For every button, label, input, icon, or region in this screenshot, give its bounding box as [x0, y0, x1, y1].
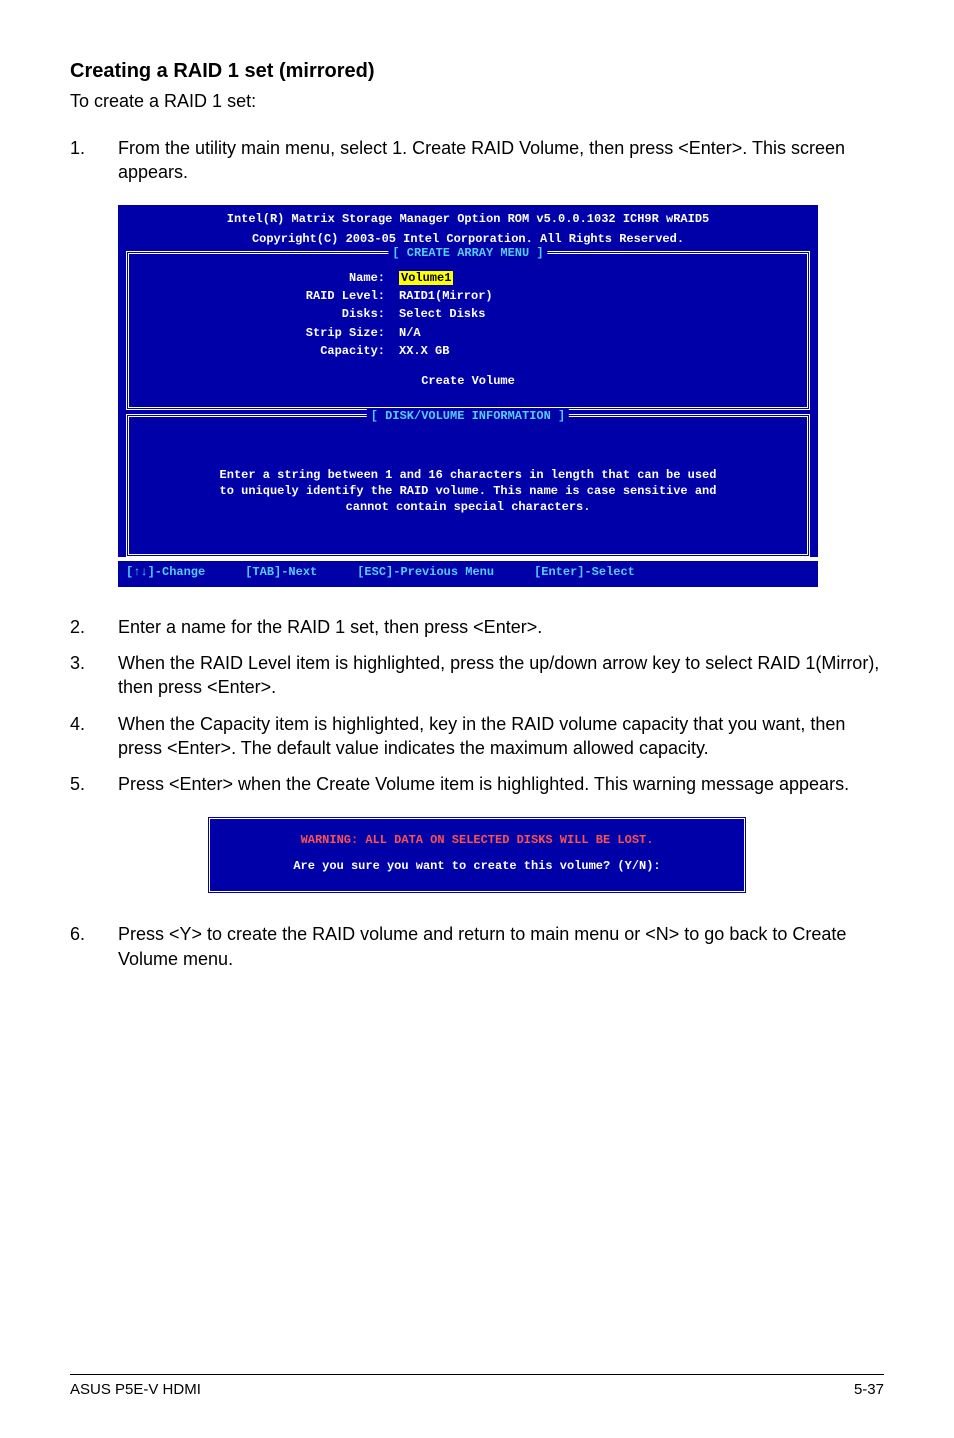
step-4: 4. When the Capacity item is highlighted… — [70, 712, 884, 761]
field-label: Capacity: — [139, 343, 399, 359]
field-label: RAID Level: — [139, 288, 399, 304]
page-footer: ASUS P5E-V HDMI 5-37 — [70, 1374, 884, 1398]
field-strip-size: Strip Size: N/A — [139, 325, 797, 341]
field-capacity: Capacity: XX.X GB — [139, 343, 797, 359]
step-number: 4. — [70, 712, 118, 761]
bios-screenshot: Intel(R) Matrix Storage Manager Option R… — [118, 205, 818, 587]
footer-left: ASUS P5E-V HDMI — [70, 1381, 201, 1398]
create-array-menu-box: [ CREATE ARRAY MENU ] Name: Volume1 RAID… — [126, 251, 810, 410]
step-text: Press <Y> to create the RAID volume and … — [118, 922, 884, 971]
step-text: When the RAID Level item is highlighted,… — [118, 651, 884, 700]
step-number: 2. — [70, 615, 118, 639]
disk-volume-legend: [ DISK/VOLUME INFORMATION ] — [367, 408, 569, 424]
confirm-prompt: Are you sure you want to create this vol… — [220, 859, 734, 873]
footer-select: [Enter]-Select — [534, 565, 635, 579]
bios-header-line1: Intel(R) Matrix Storage Manager Option R… — [126, 211, 810, 227]
field-value: RAID1(Mirror) — [399, 288, 493, 304]
step-2: 2. Enter a name for the RAID 1 set, then… — [70, 615, 884, 639]
footer-change: [↑↓]-Change — [126, 565, 205, 579]
warning-text: WARNING: ALL DATA ON SELECTED DISKS WILL… — [220, 833, 734, 847]
section-title: Creating a RAID 1 set (mirrored) — [70, 60, 884, 83]
steps-list-end: 6. Press <Y> to create the RAID volume a… — [70, 922, 884, 971]
step-text: Press <Enter> when the Create Volume ite… — [118, 772, 884, 796]
steps-list: 1. From the utility main menu, select 1.… — [70, 136, 884, 185]
field-disks: Disks: Select Disks — [139, 306, 797, 322]
field-label: Name: — [139, 270, 399, 286]
step-number: 1. — [70, 136, 118, 185]
step-number: 6. — [70, 922, 118, 971]
bios-footer: [↑↓]-Change [TAB]-Next [ESC]-Previous Me… — [118, 561, 818, 587]
step-text: Enter a name for the RAID 1 set, then pr… — [118, 615, 884, 639]
name-value-highlight: Volume1 — [399, 271, 453, 285]
field-value: N/A — [399, 325, 421, 341]
step-1: 1. From the utility main menu, select 1.… — [70, 136, 884, 185]
field-label: Strip Size: — [139, 325, 399, 341]
create-array-legend: [ CREATE ARRAY MENU ] — [388, 245, 547, 261]
disk-volume-info-box: [ DISK/VOLUME INFORMATION ] Enter a stri… — [126, 414, 810, 557]
field-raid-level: RAID Level: RAID1(Mirror) — [139, 288, 797, 304]
field-label: Disks: — [139, 306, 399, 322]
step-text: From the utility main menu, select 1. Cr… — [118, 136, 884, 185]
field-name: Name: Volume1 — [139, 270, 797, 286]
step-6: 6. Press <Y> to create the RAID volume a… — [70, 922, 884, 971]
step-5: 5. Press <Enter> when the Create Volume … — [70, 772, 884, 796]
instruction-line: Enter a string between 1 and 16 characte… — [139, 467, 797, 483]
step-number: 5. — [70, 772, 118, 796]
warning-dialog: WARNING: ALL DATA ON SELECTED DISKS WILL… — [207, 816, 747, 894]
steps-list-continued: 2. Enter a name for the RAID 1 set, then… — [70, 615, 884, 797]
create-volume-label: Create Volume — [139, 373, 797, 389]
step-text: When the Capacity item is highlighted, k… — [118, 712, 884, 761]
footer-prev: [ESC]-Previous Menu — [357, 565, 494, 579]
footer-right: 5-37 — [854, 1381, 884, 1398]
intro-text: To create a RAID 1 set: — [70, 91, 884, 112]
field-value: XX.X GB — [399, 343, 449, 359]
instruction-line: to uniquely identify the RAID volume. Th… — [139, 483, 797, 499]
instruction-line: cannot contain special characters. — [139, 499, 797, 515]
step-number: 3. — [70, 651, 118, 700]
field-value: Select Disks — [399, 306, 485, 322]
step-3: 3. When the RAID Level item is highlight… — [70, 651, 884, 700]
footer-next: [TAB]-Next — [245, 565, 317, 579]
